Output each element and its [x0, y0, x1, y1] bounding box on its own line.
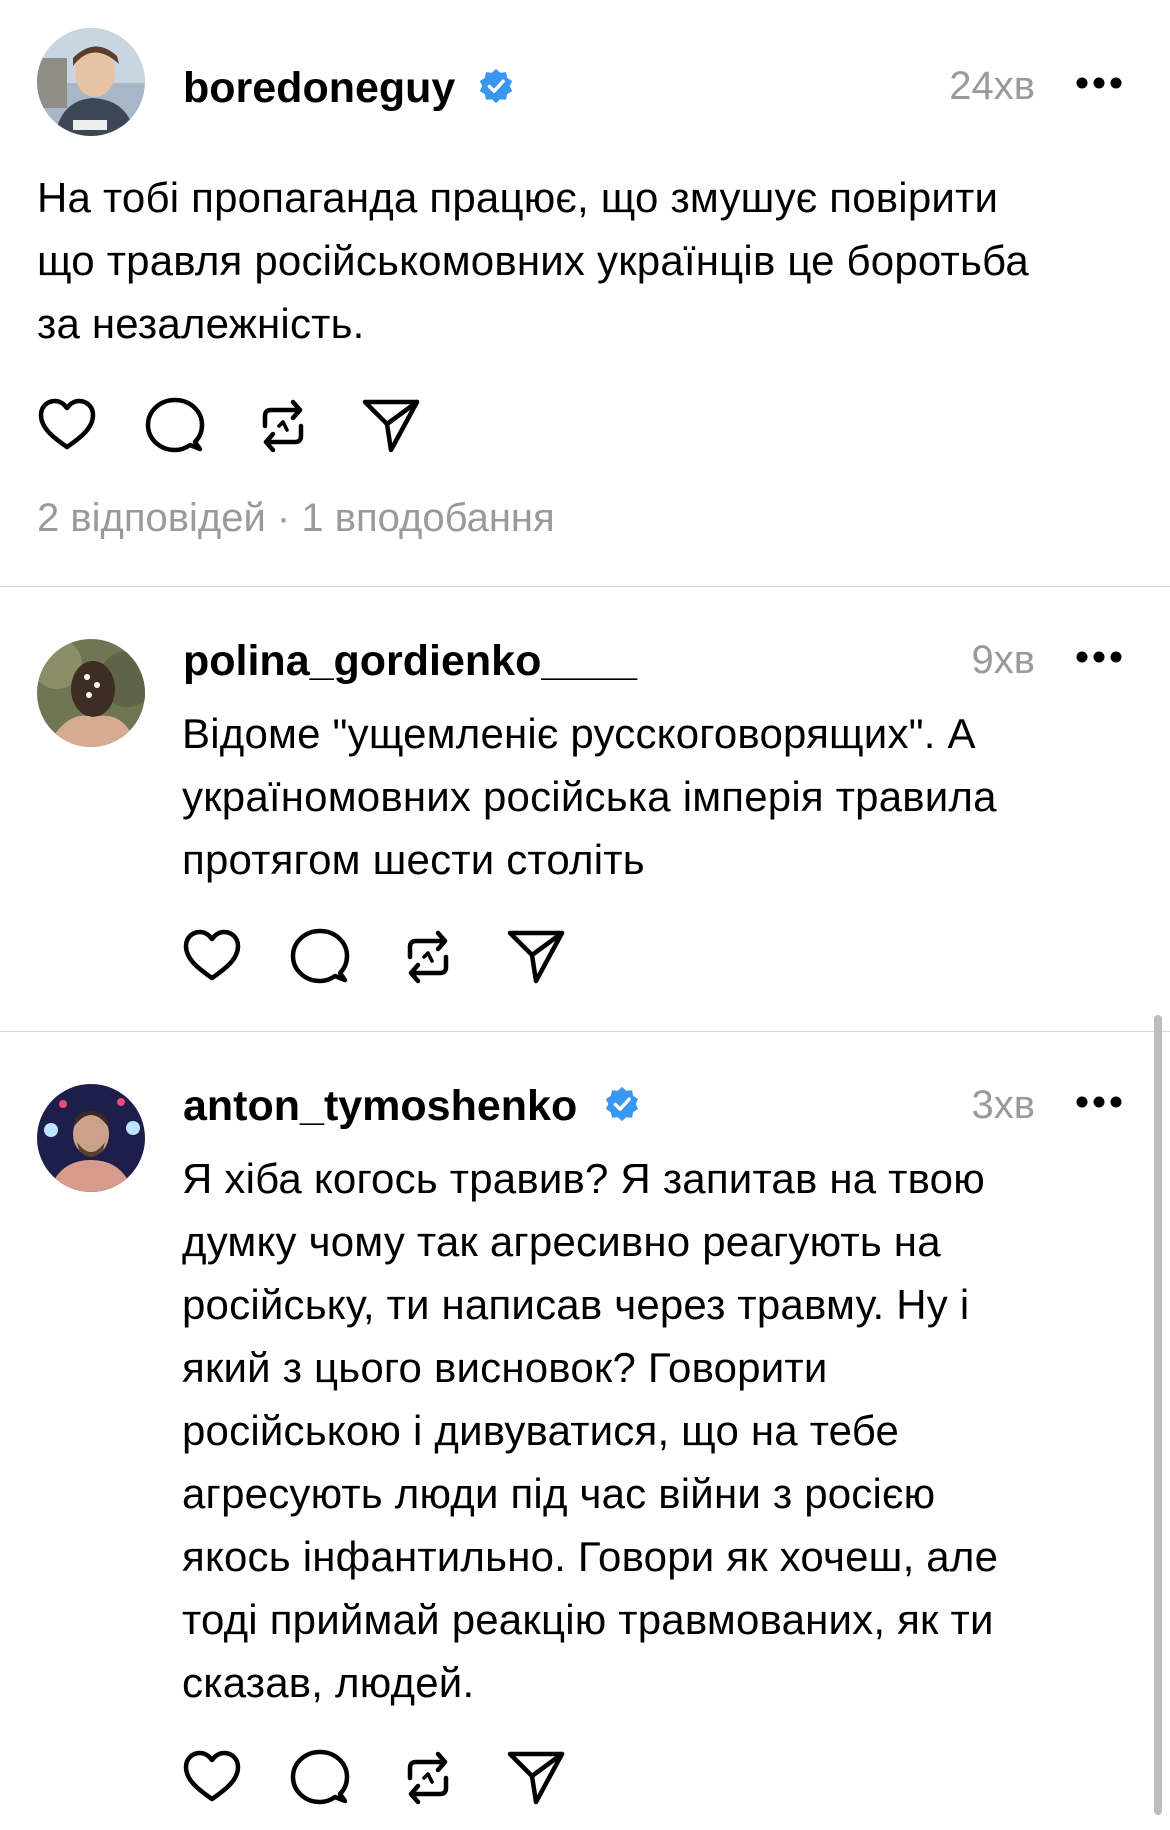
repost-icon[interactable]	[253, 396, 313, 456]
heart-icon[interactable]	[182, 1748, 242, 1808]
post-1: boredoneguy 24хв На тобі пропаганда прац…	[0, 0, 1170, 585]
repost-icon[interactable]	[398, 927, 458, 987]
avatar[interactable]	[37, 639, 145, 747]
more-icon[interactable]	[1075, 1095, 1123, 1109]
avatar[interactable]	[37, 28, 145, 136]
post-time: 3хв	[971, 1083, 1036, 1127]
reply-text: Відоме "ущемленіє русскоговорящих". А ук…	[182, 710, 997, 883]
comment-icon[interactable]	[145, 396, 205, 456]
post-3: anton_tymoshenko 3хв Я хіба когось трави…	[0, 1032, 1170, 1830]
more-icon[interactable]	[1075, 76, 1123, 90]
repost-icon[interactable]	[398, 1748, 458, 1808]
action-bar	[182, 927, 582, 987]
username[interactable]: anton_tymoshenko	[183, 1085, 577, 1128]
heart-icon[interactable]	[182, 927, 242, 987]
reply-text: Я хіба когось травив? Я запитав на твою …	[182, 1155, 999, 1706]
post-time: 24хв	[949, 64, 1035, 108]
send-icon[interactable]	[506, 927, 566, 987]
verified-badge-icon	[605, 1086, 639, 1122]
avatar[interactable]	[37, 1084, 145, 1192]
verified-badge-icon	[479, 68, 513, 104]
action-bar	[37, 396, 437, 456]
heart-icon[interactable]	[37, 396, 97, 456]
username[interactable]: polina_gordienko____	[183, 640, 637, 683]
send-icon[interactable]	[506, 1748, 566, 1808]
post-stats[interactable]: 2 відповідей · 1 вподобання	[37, 498, 555, 538]
action-bar	[182, 1748, 582, 1808]
post-time: 9хв	[971, 638, 1036, 682]
post-text: На тобі пропаганда працює, що змушує пов…	[37, 174, 1029, 347]
more-icon[interactable]	[1075, 650, 1123, 664]
username[interactable]: boredoneguy	[183, 67, 455, 110]
comment-icon[interactable]	[290, 1748, 350, 1808]
post-2: polina_gordienko____ 9хв Відоме "ущемлен…	[0, 587, 1170, 1032]
comment-icon[interactable]	[290, 927, 350, 987]
send-icon[interactable]	[361, 396, 421, 456]
scrollbar[interactable]	[1154, 1015, 1162, 1815]
